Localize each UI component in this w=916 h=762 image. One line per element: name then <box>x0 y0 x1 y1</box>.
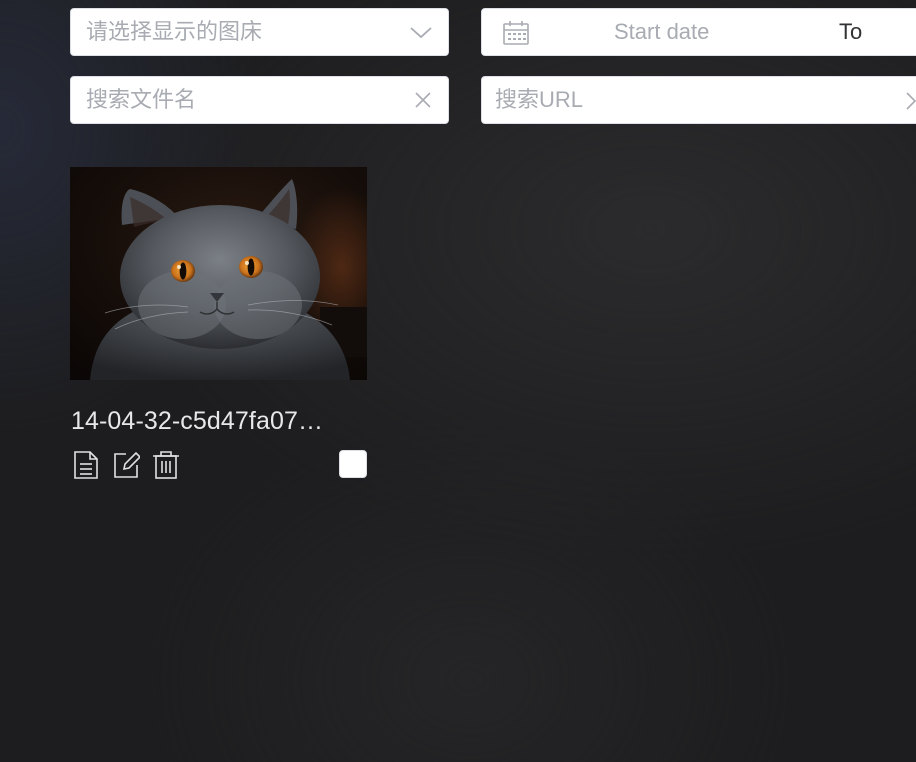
url-search-input[interactable]: 搜索URL <box>481 76 916 124</box>
filename-search-input[interactable]: 搜索文件名 <box>70 76 449 124</box>
gallery-select-placeholder: 请选择显示的图床 <box>86 19 263 44</box>
image-card: 14-04-32-c5d47fa07… <box>70 167 367 479</box>
chevron-right-icon[interactable] <box>905 91 916 111</box>
edit-icon[interactable] <box>112 450 140 480</box>
image-filename: 14-04-32-c5d47fa07… <box>71 407 324 435</box>
date-range-separator: To <box>839 19 863 44</box>
start-date-input[interactable]: Start date <box>614 9 709 55</box>
trash-icon[interactable] <box>152 450 180 480</box>
filename-search-placeholder: 搜索文件名 <box>86 87 197 112</box>
close-icon[interactable] <box>414 91 432 109</box>
chevron-down-icon[interactable] <box>410 23 432 41</box>
url-search-placeholder: 搜索URL <box>495 87 584 112</box>
select-checkbox[interactable] <box>339 450 367 478</box>
date-range-picker[interactable]: Start date To <box>481 8 916 56</box>
document-icon[interactable] <box>72 450 100 480</box>
image-thumbnail[interactable] <box>70 167 367 380</box>
calendar-icon <box>503 21 529 45</box>
gallery-select[interactable]: 请选择显示的图床 <box>70 8 449 56</box>
